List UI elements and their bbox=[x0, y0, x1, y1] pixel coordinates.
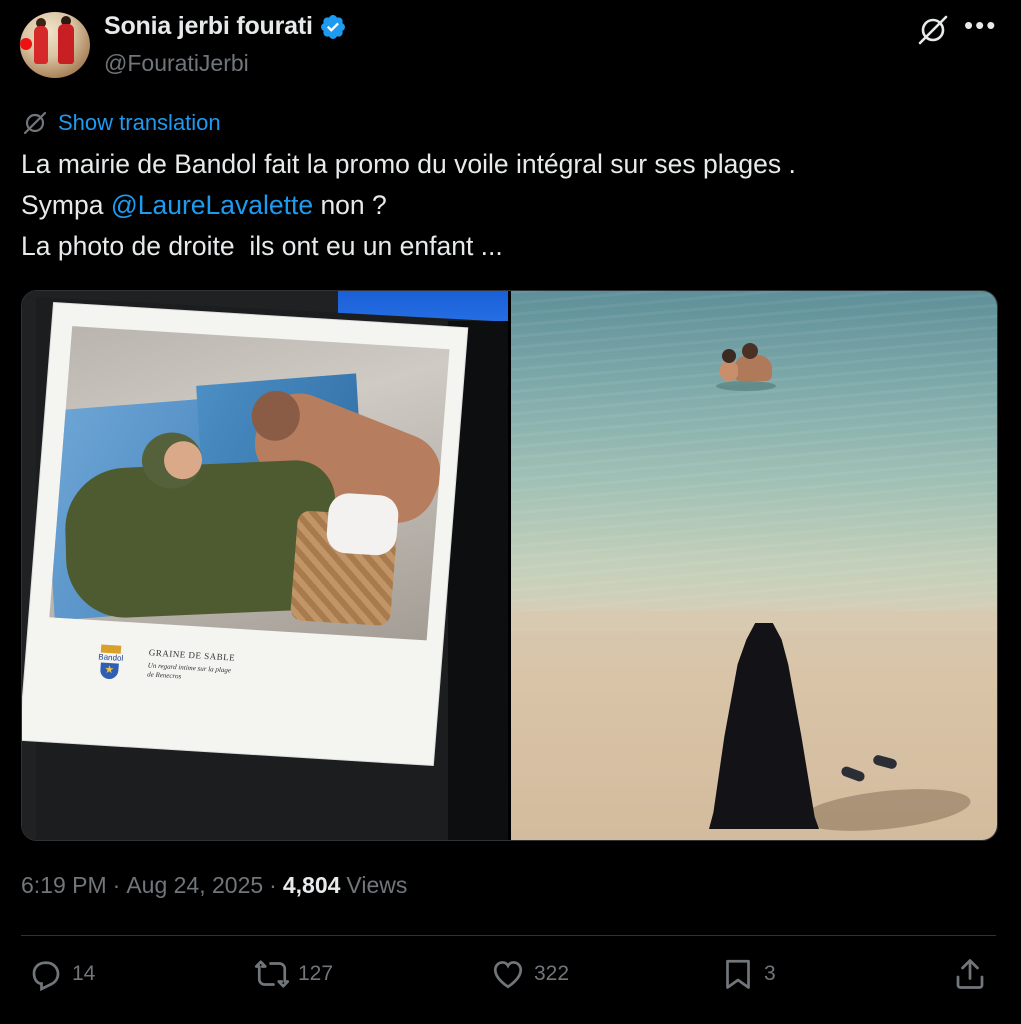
author-handle[interactable]: @FouratiJerbi bbox=[104, 50, 249, 77]
bookmark-icon bbox=[726, 959, 750, 989]
bandol-logo: Bandol ★ bbox=[97, 644, 124, 681]
tweet-meta: 6:19 PM · Aug 24, 2025 · 4,804 Views bbox=[21, 872, 407, 899]
views-count: 4,804 bbox=[282, 872, 341, 898]
bandol-logo-label: Bandol bbox=[98, 652, 124, 663]
tweet: Sonia jerbi fourati @FouratiJerbi ••• Sh… bbox=[0, 0, 1021, 1024]
reply-count: 14 bbox=[72, 962, 96, 985]
author-name-row[interactable]: Sonia jerbi fourati bbox=[104, 12, 347, 41]
show-translation-label[interactable]: Show translation bbox=[58, 110, 221, 136]
bookmark-button[interactable]: 3 bbox=[720, 956, 776, 992]
show-translation-link[interactable]: Show translation bbox=[22, 110, 221, 136]
repost-button[interactable]: 127 bbox=[254, 956, 333, 992]
verified-badge-icon bbox=[320, 14, 345, 39]
share-icon bbox=[956, 959, 984, 989]
media-grid: Bandol ★ GRAINE DE SABLE Un regard intim… bbox=[21, 290, 998, 841]
more-icon[interactable]: ••• bbox=[964, 10, 997, 41]
share-button[interactable] bbox=[952, 956, 988, 992]
avatar[interactable] bbox=[20, 12, 90, 78]
meta-separator: · bbox=[269, 872, 277, 898]
tweet-time[interactable]: 6:19 PM bbox=[21, 872, 107, 899]
translate-icon bbox=[23, 111, 47, 135]
tweet-line-1: La mairie de Bandol fait la promo du voi… bbox=[21, 149, 796, 179]
grok-icon[interactable] bbox=[916, 13, 950, 47]
tweet-line-3: La photo de droite ils ont eu un enfant … bbox=[21, 231, 503, 261]
like-count: 322 bbox=[534, 962, 570, 985]
poster-subtitle: Un regard intime sur la plage de Renecro… bbox=[146, 661, 232, 681]
tweet-line-2: Sympa @LaureLavalette non ? bbox=[21, 185, 1001, 226]
repost-count: 127 bbox=[298, 962, 334, 985]
exhibition-poster: Bandol ★ GRAINE DE SABLE Un regard intim… bbox=[22, 303, 468, 765]
reply-icon bbox=[32, 961, 60, 992]
poster-title: GRAINE DE SABLE bbox=[148, 647, 236, 663]
media-image-right[interactable] bbox=[511, 291, 997, 840]
media-image-left[interactable]: Bandol ★ GRAINE DE SABLE Un regard intim… bbox=[22, 291, 508, 840]
meta-separator: · bbox=[112, 872, 121, 898]
display-name[interactable]: Sonia jerbi fourati bbox=[104, 12, 313, 41]
poster-photo bbox=[49, 326, 450, 641]
tweet-line-2-suffix: non ? bbox=[313, 190, 387, 220]
tweet-line-2-prefix: Sympa bbox=[21, 190, 111, 220]
like-button[interactable]: 322 bbox=[490, 956, 569, 992]
mention-link[interactable]: @LaureLavalette bbox=[111, 190, 313, 220]
swimmers bbox=[716, 343, 776, 393]
views-label: Views bbox=[346, 872, 408, 898]
like-icon bbox=[493, 961, 523, 989]
bookmark-count: 3 bbox=[764, 962, 776, 985]
reply-button[interactable]: 14 bbox=[28, 956, 95, 992]
divider bbox=[21, 935, 996, 936]
sea bbox=[511, 291, 997, 631]
repost-icon bbox=[254, 960, 290, 988]
tweet-date[interactable]: Aug 24, 2025 bbox=[126, 872, 263, 899]
tweet-text: La mairie de Bandol fait la promo du voi… bbox=[21, 144, 1001, 267]
